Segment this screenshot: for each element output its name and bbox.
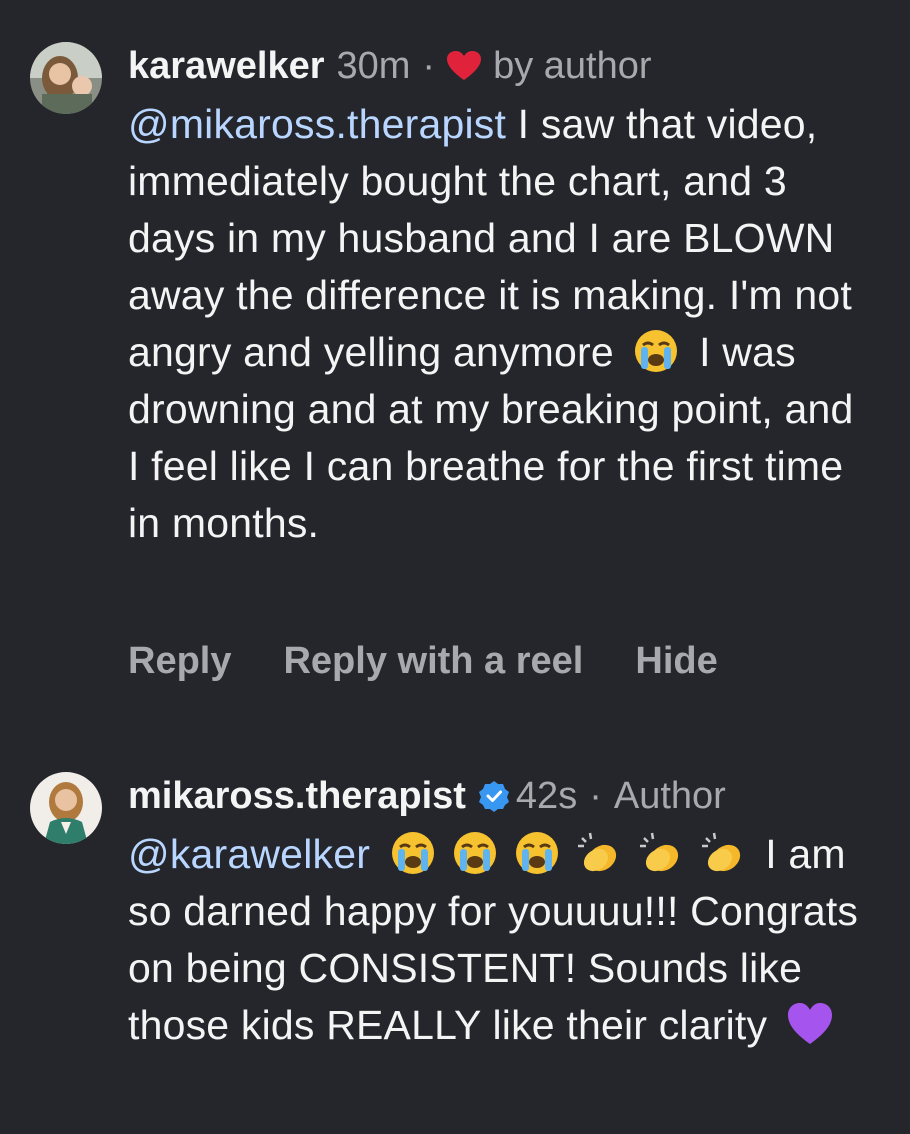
loudly-crying-face-icon — [453, 832, 496, 874]
mention-link[interactable]: @mikaross.therapist — [128, 101, 506, 147]
comment-actions: Reply Reply with a reel Hide — [128, 640, 718, 683]
loudly-crying-face-icon — [635, 330, 678, 372]
mention-link[interactable]: @karawelker — [128, 831, 370, 877]
clapping-hands-icon — [639, 832, 678, 872]
author-label: Author — [613, 775, 726, 817]
reply-button[interactable]: Reply — [128, 640, 231, 683]
comment-header: mikaross.therapist 42s · Author — [128, 770, 870, 822]
hide-button[interactable]: Hide — [635, 640, 717, 683]
username[interactable]: karawelker — [128, 40, 325, 92]
timestamp: 42s — [515, 775, 578, 817]
username[interactable]: mikaross.therapist — [128, 770, 466, 822]
loudly-crying-face-icon — [391, 832, 434, 874]
liked-by-author-label: by author — [493, 45, 652, 87]
loudly-crying-face-icon — [515, 832, 558, 874]
verified-badge-icon — [478, 781, 509, 812]
avatar-photo-icon — [30, 772, 102, 844]
timestamp: 30m — [336, 45, 411, 87]
avatar[interactable] — [30, 42, 102, 114]
purple-heart-icon — [787, 1003, 832, 1044]
separator: · — [422, 45, 436, 87]
avatar[interactable] — [30, 772, 102, 844]
clapping-hands-icon — [577, 832, 616, 872]
heart-icon — [447, 51, 482, 80]
separator: · — [589, 775, 602, 817]
comment-header: karawelker 30m · by author — [128, 40, 870, 92]
clapping-hands-icon — [701, 832, 740, 872]
comment-text: @mikaross.therapist I saw that video, im… — [128, 96, 870, 552]
comment-text: @karawelker I am so darned happy for you… — [128, 826, 870, 1054]
avatar-photo-icon — [30, 42, 102, 114]
reply-with-reel-button[interactable]: Reply with a reel — [283, 640, 583, 683]
